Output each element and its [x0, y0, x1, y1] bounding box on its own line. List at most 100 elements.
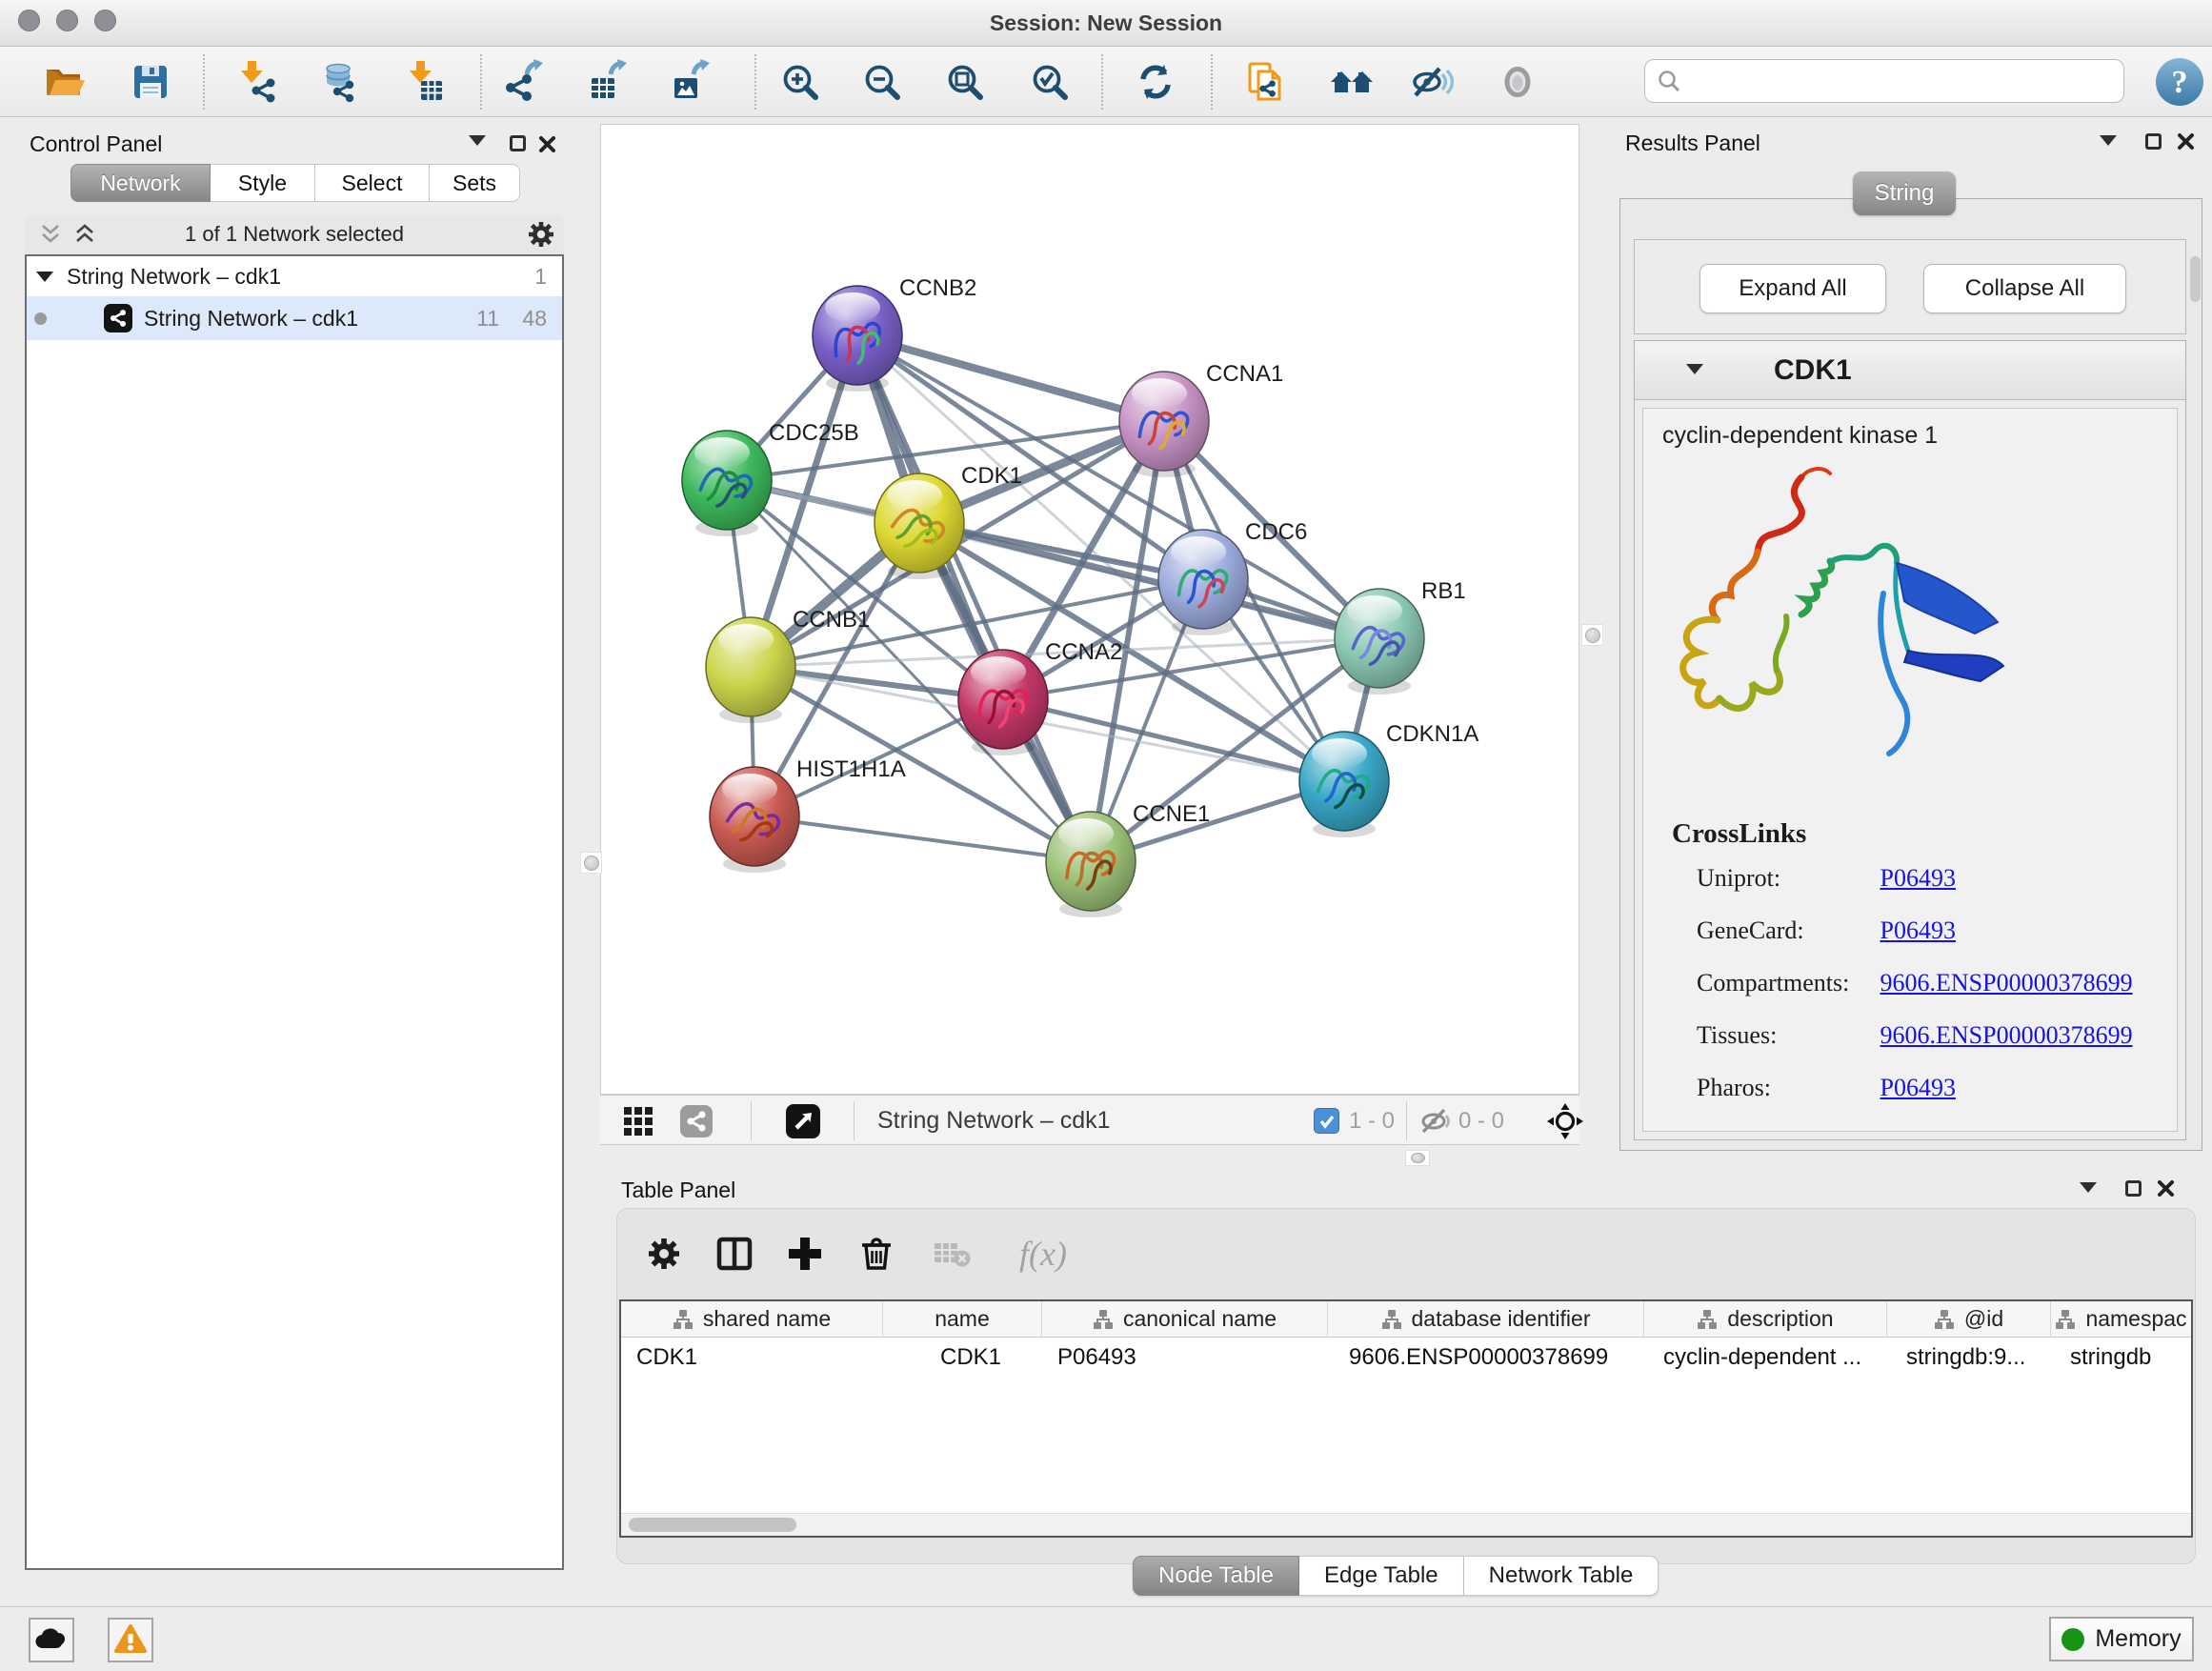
gear-icon[interactable] [526, 219, 556, 250]
network-node-CCNA2[interactable]: CCNA2 [958, 639, 1122, 755]
navigator-button[interactable] [785, 1103, 821, 1138]
tab-string[interactable]: String [1853, 171, 1956, 215]
panel-float-icon[interactable] [2145, 133, 2162, 150]
panel-menu-icon[interactable] [2100, 135, 2117, 146]
zoom-out-button[interactable] [856, 56, 908, 108]
splitter-handle-left[interactable] [580, 852, 602, 874]
network-row-selected[interactable]: String Network – cdk1 11 48 [27, 296, 562, 340]
save-session-button[interactable] [125, 56, 176, 108]
toolbar-search [1644, 59, 2124, 103]
table-settings-button[interactable] [640, 1230, 688, 1278]
memory-status-dot [2061, 1628, 2084, 1651]
tab-network-table[interactable]: Network Table [1464, 1556, 1659, 1596]
import-table-button[interactable] [400, 56, 452, 108]
column-header-namespace[interactable]: namespac [2051, 1301, 2191, 1338]
collapse-icon[interactable] [36, 272, 53, 282]
network-canvas[interactable]: CCNB2CCNA1CDC25BCDK1CDC6RB1CCNB1CCNA2CDK… [601, 125, 1580, 1096]
tab-edge-table[interactable]: Edge Table [1299, 1556, 1464, 1596]
zoom-in-button[interactable] [774, 56, 826, 108]
export-network-icon [500, 59, 546, 105]
collapse-entry-icon[interactable] [1686, 364, 1703, 374]
collapse-all-button[interactable]: Collapse All [1923, 264, 2126, 313]
fit-selected-button[interactable] [1546, 1103, 1584, 1138]
tab-network[interactable]: Network [70, 164, 211, 202]
network-node-CDC25B[interactable]: CDC25B [682, 420, 859, 536]
export-network-button[interactable] [497, 56, 549, 108]
hierarchy-icon [1934, 1309, 1955, 1330]
expand-all-button[interactable]: Expand All [1699, 264, 1886, 313]
crosslinks-title: CrossLinks [1672, 818, 1806, 850]
tab-node-table[interactable]: Node Table [1133, 1556, 1299, 1596]
open-file-button[interactable] [39, 56, 90, 108]
panel-float-icon[interactable] [2125, 1180, 2142, 1197]
delete-table-button-disabled[interactable] [928, 1230, 975, 1278]
splitter-handle-right[interactable] [1581, 624, 1603, 646]
table-hscrollbar-thumb[interactable] [629, 1518, 796, 1532]
window-title: Session: New Session [0, 0, 2212, 47]
gene-entry-header[interactable]: CDK1 [1635, 341, 2185, 400]
network-node-CCNE1[interactable]: CCNE1 [1046, 801, 1210, 917]
create-column-button[interactable] [781, 1230, 829, 1278]
crosslink-label: Uniprot: [1697, 864, 1874, 893]
function-builder-button-disabled[interactable]: f(x) [1002, 1230, 1084, 1278]
search-input[interactable] [1681, 62, 2123, 100]
import-network-file-button[interactable] [231, 56, 283, 108]
crosslink-row: GeneCard: P06493 [1697, 916, 2154, 945]
crosslink-value-link[interactable]: 9606.ENSP00000378699 [1880, 969, 2133, 997]
panel-close-icon[interactable] [2177, 132, 2195, 151]
memory-button[interactable]: Memory [2049, 1617, 2194, 1661]
panel-close-icon[interactable] [538, 135, 556, 153]
selected-checkbox[interactable] [1314, 1103, 1339, 1138]
column-header-name[interactable]: name [883, 1301, 1042, 1338]
export-image-button[interactable] [664, 56, 715, 108]
tab-style[interactable]: Style [211, 164, 315, 202]
select-columns-button[interactable] [711, 1230, 758, 1278]
search-icon [1657, 69, 1681, 93]
help-button[interactable]: ? [2154, 56, 2205, 108]
delete-column-button[interactable] [853, 1230, 900, 1278]
grid-view-button[interactable] [621, 1103, 655, 1138]
column-header-database-identifier[interactable]: database identifier [1328, 1301, 1644, 1338]
zoom-fit-button[interactable] [939, 56, 991, 108]
column-header-canonical-name[interactable]: canonical name [1042, 1301, 1328, 1338]
refresh-button[interactable] [1130, 56, 1181, 108]
panel-menu-icon[interactable] [2080, 1182, 2097, 1193]
table-hscrollbar[interactable] [621, 1513, 2191, 1536]
network-node-RB1[interactable]: RB1 [1335, 578, 1466, 695]
network-node-CCNB2[interactable]: CCNB2 [813, 275, 976, 392]
zoom-selected-button[interactable] [1024, 56, 1076, 108]
cell-canonical-name: P06493 [1042, 1338, 1328, 1378]
results-scrollbar-thumb[interactable] [2190, 256, 2201, 302]
splitter-handle-bottom[interactable] [1405, 1150, 1430, 1166]
export-table-button[interactable] [581, 56, 633, 108]
panel-menu-icon[interactable] [469, 135, 486, 146]
network-node-CCNB1[interactable]: CCNB1 [706, 607, 870, 723]
network-type-button[interactable] [679, 1103, 714, 1138]
column-header-shared-name[interactable]: shared name [621, 1301, 883, 1338]
tab-select[interactable]: Select [315, 164, 430, 202]
show-glass-button[interactable] [1492, 56, 1543, 108]
control-panel-title: Control Panel [30, 131, 162, 157]
node-count: 11 [476, 306, 499, 332]
panel-float-icon[interactable] [510, 135, 526, 151]
crosslink-value-link[interactable]: P06493 [1880, 1074, 1956, 1101]
network-node-HIST1H1A[interactable]: HIST1H1A [710, 756, 906, 873]
hidden-items-button[interactable] [1418, 1103, 1453, 1138]
column-header-id[interactable]: @id [1887, 1301, 2051, 1338]
import-network-database-button[interactable] [312, 56, 364, 108]
column-header-description[interactable]: description [1644, 1301, 1887, 1338]
crosslink-value-link[interactable]: P06493 [1880, 864, 1956, 892]
crosslink-value-link[interactable]: 9606.ENSP00000378699 [1880, 1021, 2133, 1049]
warnings-button[interactable] [108, 1618, 153, 1662]
crosslink-value-link[interactable]: P06493 [1880, 916, 1956, 944]
results-buttons-box: Expand All Collapse All [1634, 239, 2186, 334]
hide-glass-button[interactable] [1405, 56, 1457, 108]
network-node-CDKN1A[interactable]: CDKN1A [1299, 721, 1478, 837]
cloud-status-button[interactable] [29, 1618, 74, 1662]
string-home-button[interactable] [1326, 56, 1377, 108]
network-collection-row[interactable]: String Network – cdk1 1 [27, 256, 562, 296]
navigator-icon [785, 1103, 821, 1139]
panel-close-icon[interactable] [2157, 1179, 2175, 1198]
clone-network-button[interactable] [1239, 56, 1291, 108]
tab-sets[interactable]: Sets [430, 164, 520, 202]
